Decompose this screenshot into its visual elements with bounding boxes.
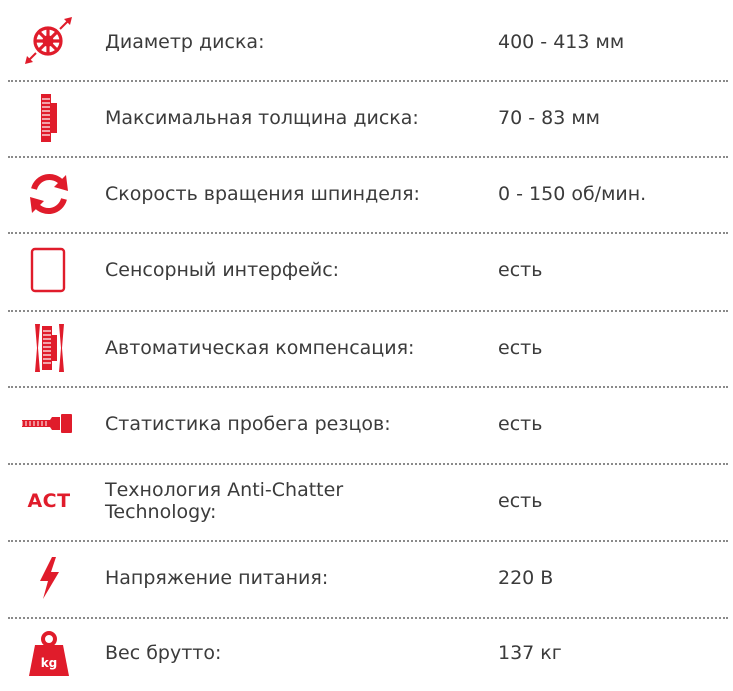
spec-label: Напряжение питания: xyxy=(105,567,329,589)
spec-label: Скорость вращения шпинделя: xyxy=(105,183,420,205)
weight-kg-icon: kg xyxy=(22,626,76,680)
spec-label: Статистика пробега резцов: xyxy=(105,413,391,435)
spec-row-touchscreen: Сенсорный интерфейс: есть xyxy=(0,232,733,308)
act-icon: ACT xyxy=(22,474,76,528)
auto-compensation-icon xyxy=(22,321,76,375)
spec-row-anti-chatter: ACT Технология Anti-Chatter Technology: … xyxy=(0,463,733,539)
spec-row-disc-diameter: Диаметр диска: 400 - 413 мм xyxy=(0,4,733,80)
disc-diameter-icon xyxy=(22,15,76,69)
cutter-mileage-icon xyxy=(22,397,76,451)
spec-value: есть xyxy=(498,259,543,281)
spec-row-gross-weight: kg Вес брутто: 137 кг xyxy=(0,615,733,691)
spec-label: Диаметр диска: xyxy=(105,31,265,53)
act-icon-text: ACT xyxy=(27,490,71,512)
spec-value: 220 В xyxy=(498,567,554,589)
spec-value: есть xyxy=(498,490,543,512)
spec-value: есть xyxy=(498,337,543,359)
spec-row-auto-compensation: Автоматическая компенсация: есть xyxy=(0,310,733,386)
spec-label: Сенсорный интерфейс: xyxy=(105,259,340,281)
spec-row-rotation-speed: Скорость вращения шпинделя: 0 - 150 об/м… xyxy=(0,156,733,232)
spec-value: 70 - 83 мм xyxy=(498,107,600,129)
spec-table: Диаметр диска: 400 - 413 мм Максимальная… xyxy=(0,0,733,691)
spec-label: Автоматическая компенсация: xyxy=(105,337,415,359)
spec-value: 400 - 413 мм xyxy=(498,31,625,53)
spec-value: 137 кг xyxy=(498,642,562,664)
spec-value: есть xyxy=(498,413,543,435)
spec-value: 0 - 150 об/мин. xyxy=(498,183,647,205)
spec-row-cutter-mileage: Статистика пробега резцов: есть xyxy=(0,386,733,462)
rotation-speed-icon xyxy=(22,167,76,221)
spec-label: Максимальная толщина диска: xyxy=(105,107,419,129)
disc-thickness-icon xyxy=(22,91,76,145)
spec-row-disc-thickness: Максимальная толщина диска: 70 - 83 мм xyxy=(0,80,733,156)
touchscreen-icon xyxy=(22,243,76,297)
spec-label: Технология Anti-Chatter Technology: xyxy=(105,479,344,523)
weight-kg-text: kg xyxy=(40,656,58,670)
lightning-icon xyxy=(22,551,76,605)
spec-row-voltage: Напряжение питания: 220 В xyxy=(0,540,733,616)
spec-label: Вес брутто: xyxy=(105,642,222,664)
